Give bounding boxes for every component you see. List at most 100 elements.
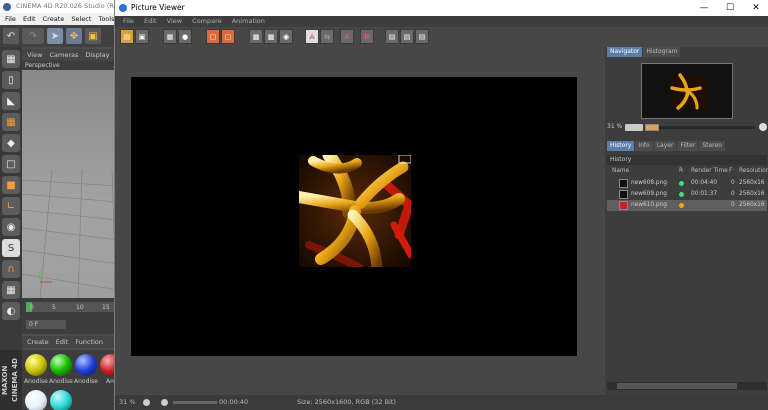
texture-icon[interactable]: ◣ (2, 92, 20, 110)
viewport-menu-view[interactable]: View (27, 51, 42, 59)
material-menu-function[interactable]: Function (75, 338, 103, 346)
zoom-stepper-icon[interactable] (143, 399, 150, 406)
material-yellow[interactable] (25, 354, 47, 376)
history-row[interactable]: new609.png 00:01:37 0 2560x16 (607, 189, 767, 200)
col-render-time[interactable]: Render Time (691, 166, 728, 176)
viewport[interactable] (22, 70, 118, 298)
tab-histogram[interactable]: Histogram (643, 47, 681, 57)
c4d-menu-select[interactable]: Select (71, 15, 91, 23)
cube-icon[interactable]: ▯ (2, 71, 20, 89)
split-icon[interactable]: ▤ (400, 29, 414, 44)
timeline-slider[interactable] (173, 401, 217, 404)
points-icon[interactable]: ◆ (2, 134, 20, 152)
menu-edit[interactable]: Edit (144, 17, 157, 25)
maximize-button[interactable]: ☐ (717, 0, 743, 16)
status-green-icon (679, 181, 684, 186)
menu-file[interactable]: File (123, 17, 134, 25)
material-white[interactable] (25, 390, 47, 410)
material-menu-edit[interactable]: Edit (56, 338, 69, 346)
scale-icon[interactable]: ▣ (85, 28, 101, 44)
tab-navigator[interactable]: Navigator (607, 47, 643, 57)
redo-icon[interactable]: ↷ (22, 28, 44, 44)
open-icon[interactable]: ▤ (120, 29, 134, 44)
edges-icon[interactable]: □ (2, 155, 20, 173)
zoom-level[interactable]: 31 % (119, 395, 136, 410)
c4d-menu-tools[interactable]: Tools (98, 15, 114, 23)
zoom-out-button[interactable] (625, 124, 643, 131)
snap-icon[interactable]: S (2, 239, 20, 257)
navigator-zoom-row: 31 % (607, 122, 767, 132)
history-hscrollbar[interactable] (607, 382, 767, 390)
c4d-menu-file[interactable]: File (5, 15, 16, 23)
workplane-icon[interactable]: ▦ (2, 281, 20, 299)
set-a-icon[interactable]: A (340, 29, 354, 44)
viewport-menu-display[interactable]: Display (86, 51, 110, 59)
zoom-slider-track[interactable] (659, 126, 755, 129)
lock-icon[interactable]: ◐ (2, 302, 20, 320)
close-button[interactable]: ✕ (743, 0, 768, 16)
copy-icon[interactable]: ▢ (221, 29, 235, 44)
zoom-in-button[interactable] (759, 123, 767, 131)
image-canvas-area[interactable] (115, 47, 605, 395)
fit-screen-icon[interactable]: ▦ (163, 29, 177, 44)
row-time: 00:01:37 (691, 191, 718, 197)
render-region-icon[interactable]: ▩ (249, 29, 263, 44)
magnet-icon[interactable]: ∩ (2, 260, 20, 278)
tab-layer[interactable]: Layer (653, 141, 677, 151)
render-view-icon[interactable]: ▩ (264, 29, 278, 44)
timeline-tick-15: 15 (102, 304, 110, 311)
move-icon[interactable]: ✥ (66, 28, 82, 44)
material-green[interactable] (50, 354, 72, 376)
menu-view[interactable]: View (167, 17, 182, 25)
menu-animation[interactable]: Animation (232, 17, 265, 25)
c4d-menubar: File Edit Create Select Tools (0, 13, 118, 25)
compare-ab-icon[interactable]: A (305, 29, 319, 44)
col-f[interactable]: F (729, 166, 732, 176)
undo-icon[interactable]: ↶ (3, 28, 19, 44)
thumbnail-icon (619, 201, 628, 210)
overlay-icon[interactable]: ▤ (415, 29, 429, 44)
set-b-icon[interactable]: B (360, 29, 374, 44)
zoom-slider-thumb[interactable] (645, 124, 659, 131)
polygons-icon[interactable]: ■ (2, 176, 20, 194)
col-r[interactable]: R (679, 166, 683, 176)
timeline-start-icon[interactable] (161, 399, 168, 406)
material-blue[interactable] (75, 354, 97, 376)
record-icon[interactable]: ● (178, 29, 192, 44)
status-bar: 31 % 00:00:40 Size: 2560x1600, RGB (32 B… (115, 395, 768, 410)
col-name[interactable]: Name (612, 166, 629, 176)
mouse-icon[interactable]: ◉ (2, 218, 20, 236)
c4d-logo-icon (3, 3, 11, 11)
minimize-button[interactable]: — (691, 0, 717, 16)
c4d-menu-create[interactable]: Create (43, 15, 65, 23)
viewport-menu-cameras[interactable]: Cameras (50, 51, 79, 59)
region-icon[interactable]: ▢ (206, 29, 220, 44)
timeline-tick-10: 10 (76, 304, 84, 311)
save-icon[interactable]: ▣ (135, 29, 149, 44)
material-cyan[interactable] (50, 390, 72, 410)
stop-render-icon[interactable]: ◉ (279, 29, 293, 44)
timeline-tick-0: 0 (30, 304, 34, 311)
history-row[interactable]: new608.png 00:04:40 0 2560x16 (607, 178, 767, 189)
frame-field[interactable]: 0 F (29, 321, 38, 328)
axis-icon[interactable]: ∟ (2, 197, 20, 215)
menu-compare[interactable]: Compare (192, 17, 222, 25)
tab-history[interactable]: History (607, 141, 635, 151)
material-menu-create[interactable]: Create (27, 338, 49, 346)
diff-icon[interactable]: ▤ (385, 29, 399, 44)
navigator-preview[interactable] (641, 63, 733, 119)
swap-ab-icon[interactable]: ⇆ (320, 29, 334, 44)
timeline[interactable]: 0 5 10 15 0 F (22, 298, 118, 334)
select-arrow-icon[interactable]: ➤ (47, 28, 63, 44)
tab-filter[interactable]: Filter (677, 141, 699, 151)
tab-info[interactable]: Info (635, 141, 653, 151)
history-row-selected[interactable]: new610.png 0 2560x16 (607, 200, 767, 211)
c4d-menu-edit[interactable]: Edit (23, 15, 36, 23)
tab-stereo[interactable]: Stereo (699, 141, 725, 151)
image-canvas[interactable] (131, 77, 577, 356)
model-icon[interactable]: ▦ (2, 50, 20, 68)
col-resolution[interactable]: Resolution (739, 166, 768, 176)
row-name: new608.png (631, 180, 667, 186)
grid-icon[interactable]: ▦ (2, 113, 20, 131)
material-menubar: Create Edit Function (22, 336, 118, 348)
